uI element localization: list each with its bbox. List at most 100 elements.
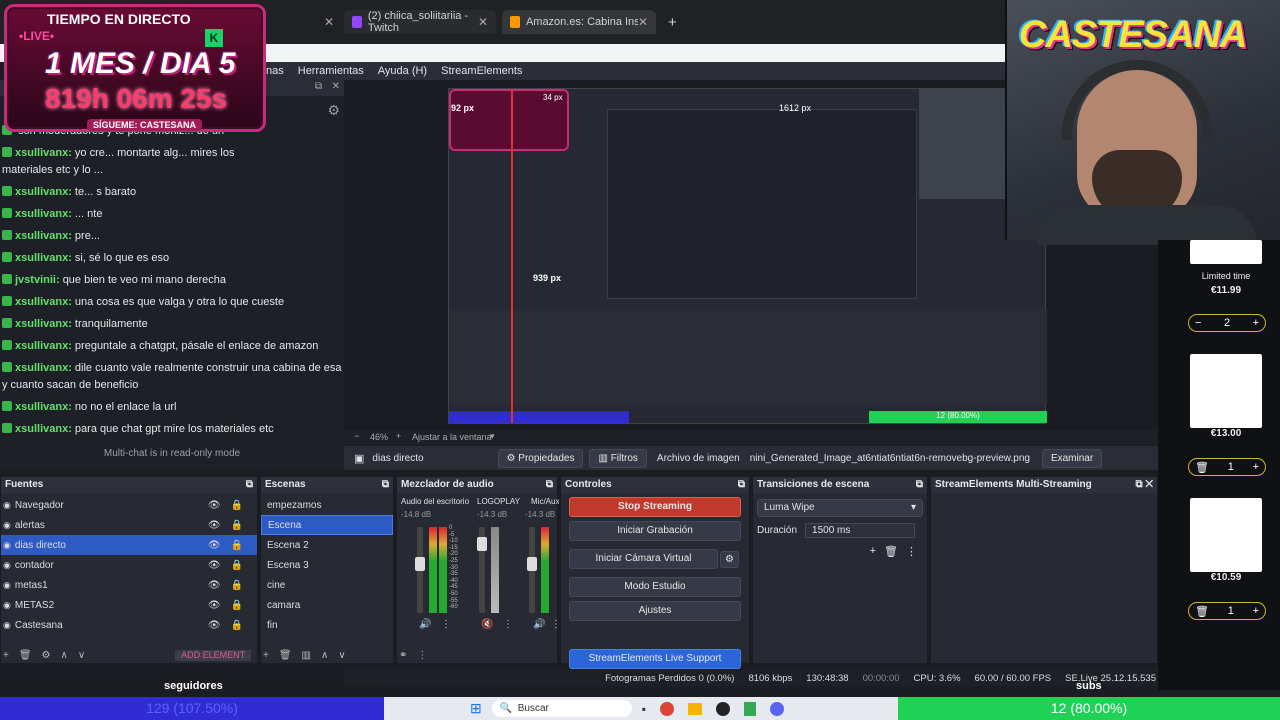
mute-icon[interactable]: 🔇 xyxy=(481,619,493,630)
chrome-icon[interactable] xyxy=(660,701,674,716)
undock-icon[interactable]: ⧉ xyxy=(916,479,923,491)
stop-streaming-button[interactable]: Stop Streaming xyxy=(569,497,741,517)
undock-icon[interactable]: ⧉ xyxy=(738,479,745,491)
source-item[interactable]: ◉ alertas 👁 🔒 xyxy=(1,515,257,535)
scene-item[interactable]: empezamos xyxy=(261,495,393,515)
link-icon[interactable]: ⚭ xyxy=(399,650,407,661)
lock-icon[interactable]: 🔒 xyxy=(231,560,243,571)
speaker-icon[interactable]: 🔊 xyxy=(419,619,431,630)
preview-canvas[interactable]: 12 (80.00%) 1612 px 92 px 34 px 939 px xyxy=(448,88,1047,424)
file-path[interactable]: nini_Generated_Image_at6ntiat6ntiat6n-re… xyxy=(750,453,1030,464)
eye-icon[interactable]: 👁 xyxy=(208,520,221,531)
eye-icon[interactable]: 👁 xyxy=(208,580,221,591)
tab-close-icon[interactable]: ✕ xyxy=(638,15,648,29)
plus-button[interactable]: + xyxy=(1253,605,1259,617)
trash-icon[interactable]: 🗑 xyxy=(279,650,292,661)
menu-item-streamelements[interactable]: StreamElements xyxy=(441,65,522,77)
source-item[interactable]: ◉ Castesana 👁 🔒 xyxy=(1,615,257,635)
more-icon[interactable]: ⋮ xyxy=(906,545,917,558)
scene-item[interactable]: Escena 2 xyxy=(261,535,393,555)
undock-icon[interactable]: ⧉ xyxy=(246,479,253,491)
volume-slider-thumb[interactable] xyxy=(415,557,425,571)
sheets-icon[interactable] xyxy=(744,701,756,716)
trash-icon[interactable]: 🗑 xyxy=(1195,605,1209,618)
source-item[interactable]: ◉ contador 👁 🔒 xyxy=(1,555,257,575)
gear-icon[interactable]: ⚙ xyxy=(720,550,739,568)
undock-icon[interactable]: ⧉ xyxy=(546,479,553,491)
trash-icon[interactable]: 🗑 xyxy=(884,545,898,558)
move-up-icon[interactable]: ∧ xyxy=(321,650,328,661)
filter-icon[interactable]: ▥ xyxy=(302,650,311,661)
studio-mode-button[interactable]: Modo Estudio xyxy=(569,577,741,597)
settings-button[interactable]: Ajustes xyxy=(569,601,741,621)
menu-item-tools[interactable]: Herramientas xyxy=(298,65,364,77)
transition-select[interactable]: Luma Wipe ▾ xyxy=(757,499,923,517)
scene-item[interactable]: Escena xyxy=(261,515,393,535)
eye-icon[interactable]: 👁 xyxy=(208,600,221,611)
windows-start-icon[interactable]: ⊞ xyxy=(470,700,482,717)
volume-slider-track[interactable] xyxy=(477,527,487,613)
trash-icon[interactable]: 🗑 xyxy=(19,650,32,661)
tab-close-icon[interactable]: ✕ xyxy=(324,15,334,29)
move-up-icon[interactable]: ∧ xyxy=(61,650,68,661)
product-image[interactable] xyxy=(1190,240,1262,264)
scene-item[interactable]: cine xyxy=(261,575,393,595)
fit-window-select[interactable]: Ajustar a la ventana xyxy=(412,432,492,442)
volume-slider-track[interactable] xyxy=(527,527,537,613)
browser-tab-twitch[interactable]: (2) chiica_soliitariia - Twitch ✕ xyxy=(344,10,496,34)
lock-icon[interactable]: 🔒 xyxy=(231,540,243,551)
product-image[interactable] xyxy=(1190,354,1262,428)
filters-button[interactable]: ▥ Filtros xyxy=(589,448,647,468)
tab-close-icon[interactable]: ✕ xyxy=(478,15,488,29)
undock-icon[interactable]: ⧉ xyxy=(382,479,389,491)
speaker-icon[interactable]: 🔊 xyxy=(533,619,545,630)
scene-item[interactable]: fin xyxy=(261,615,393,635)
lock-icon[interactable]: 🔒 xyxy=(231,580,243,591)
source-item[interactable]: ◉ dias directo 👁 🔒 xyxy=(1,535,257,555)
gear-icon[interactable]: ⚙ xyxy=(327,102,340,119)
undock-icon[interactable]: ⧉ xyxy=(315,81,322,92)
obs-icon[interactable] xyxy=(716,701,730,716)
taskview-icon[interactable]: ▪ xyxy=(642,702,646,716)
browser-tab-hidden[interactable]: ✕ xyxy=(270,10,342,34)
lock-icon[interactable]: 🔒 xyxy=(231,620,243,631)
plus-button[interactable]: + xyxy=(1253,317,1259,329)
duration-input[interactable]: 1500 ms xyxy=(805,523,916,538)
volume-slider-thumb[interactable] xyxy=(477,537,487,551)
eye-icon[interactable]: 👁 xyxy=(208,560,221,571)
minus-button[interactable]: − xyxy=(1195,317,1201,329)
volume-slider-track[interactable] xyxy=(415,527,425,613)
move-down-icon[interactable]: ∨ xyxy=(338,650,345,661)
eye-icon[interactable]: 👁 xyxy=(208,540,221,551)
eye-icon[interactable]: 👁 xyxy=(208,500,221,511)
add-icon[interactable]: + xyxy=(263,650,269,661)
source-item[interactable]: ◉ metas1 👁 🔒 xyxy=(1,575,257,595)
browse-button[interactable]: Examinar xyxy=(1041,448,1103,468)
zoom-out-button[interactable]: − xyxy=(354,431,359,441)
add-icon[interactable]: + xyxy=(3,650,9,661)
gear-icon[interactable]: ⚙ xyxy=(42,650,51,661)
product-image[interactable] xyxy=(1190,498,1262,572)
discord-icon[interactable] xyxy=(770,701,784,716)
live-support-button[interactable]: StreamElements Live Support xyxy=(569,649,741,669)
start-virtual-camera-button[interactable]: Iniciar Cámara Virtual xyxy=(569,549,719,569)
scene-item[interactable]: camara xyxy=(261,595,393,615)
lock-icon[interactable]: 🔒 xyxy=(231,520,243,531)
new-tab-button[interactable]: + xyxy=(660,10,680,34)
menu-item-help[interactable]: Ayuda (H) xyxy=(378,65,427,77)
zoom-in-button[interactable]: + xyxy=(396,431,401,441)
trash-icon[interactable]: 🗑 xyxy=(1195,461,1209,474)
more-icon[interactable]: ⋮ xyxy=(441,619,451,630)
folder-icon[interactable] xyxy=(688,702,702,715)
browser-tab-amazon[interactable]: Amazon.es: Cabina Insonorizad ✕ xyxy=(502,10,656,34)
taskbar-search[interactable]: 🔍 Buscar xyxy=(491,700,632,717)
source-item[interactable]: ◉ METAS2 👁 🔒 xyxy=(1,595,257,615)
scene-item[interactable]: Escena 3 xyxy=(261,555,393,575)
volume-slider-thumb[interactable] xyxy=(527,557,537,571)
plus-button[interactable]: + xyxy=(1253,461,1259,473)
close-icon[interactable]: ✕ xyxy=(1145,479,1153,490)
lock-icon[interactable]: 🔒 xyxy=(231,600,243,611)
eye-icon[interactable]: 👁 xyxy=(208,620,221,631)
add-element-button[interactable]: ADD ELEMENT xyxy=(175,650,252,661)
start-recording-button[interactable]: Iniciar Grabación xyxy=(569,521,741,541)
